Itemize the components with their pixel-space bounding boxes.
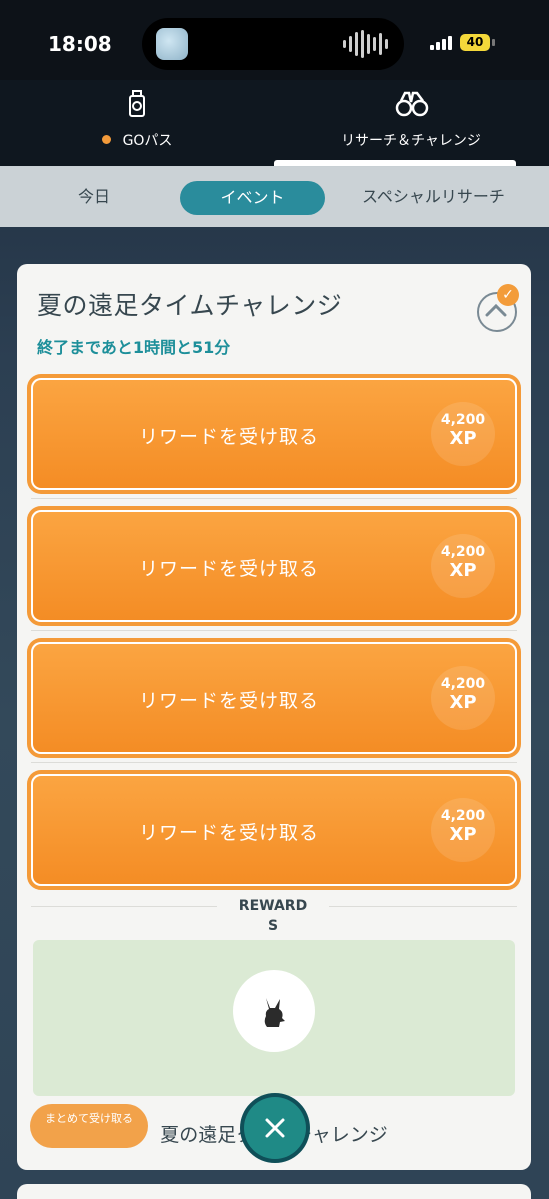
album-art-thumbnail bbox=[156, 28, 188, 60]
challenge-title: 夏の遠足タイムチャレンジ bbox=[37, 291, 343, 320]
reward-encounter[interactable] bbox=[233, 970, 315, 1052]
pikachu-silhouette-icon bbox=[264, 998, 285, 1027]
subtab-today[interactable]: 今日 bbox=[78, 183, 110, 207]
claim-all-label: まとめて受け取る bbox=[45, 1112, 133, 1125]
tab-go-pass[interactable]: GOパス bbox=[0, 80, 274, 166]
xp-amount: 4,200 bbox=[440, 412, 486, 428]
xp-badge: 4,200 XP bbox=[431, 798, 495, 862]
subtab-special-research[interactable]: スペシャルリサーチ bbox=[362, 183, 505, 207]
claim-all-button[interactable]: まとめて受け取る bbox=[30, 1104, 148, 1148]
close-button[interactable] bbox=[244, 1097, 306, 1159]
rewards-panel bbox=[33, 940, 515, 1096]
claim-reward-label: リワードを受け取る bbox=[138, 690, 319, 712]
battery-tip bbox=[492, 39, 495, 46]
time-remaining: 終了まであと1時間と51分 bbox=[37, 338, 231, 357]
audio-wave-icon bbox=[343, 30, 388, 58]
battery-icon: 40 bbox=[460, 34, 490, 51]
claim-reward-label: リワードを受け取る bbox=[138, 822, 319, 844]
subtab-event[interactable]: イベント bbox=[180, 181, 325, 215]
claim-reward-label: リワードを受け取る bbox=[138, 426, 319, 448]
sub-tabs: 今日 イベント スペシャルリサーチ bbox=[0, 166, 549, 227]
close-icon bbox=[265, 1118, 285, 1138]
binoculars-icon bbox=[395, 88, 429, 120]
xp-badge: 4,200 XP bbox=[431, 534, 495, 598]
top-navigation: GOパス リサーチ＆チャレンジ bbox=[0, 80, 549, 166]
go-pass-icon bbox=[121, 88, 153, 120]
divider bbox=[31, 762, 517, 763]
xp-unit: XP bbox=[449, 692, 477, 713]
xp-unit: XP bbox=[449, 560, 477, 581]
claim-reward-label: リワードを受け取る bbox=[138, 558, 319, 580]
xp-amount: 4,200 bbox=[440, 676, 486, 692]
claim-reward-button[interactable]: リワードを受け取る 4,200 XP bbox=[31, 774, 517, 886]
next-card-peek bbox=[17, 1184, 531, 1199]
challenge-card: 夏の遠足タイムチャレンジ 終了まであと1時間と51分 ✓ リワードを受け取る 4… bbox=[17, 264, 531, 1170]
rewards-heading: REWARD S bbox=[217, 896, 329, 936]
xp-amount: 4,200 bbox=[440, 808, 486, 824]
xp-unit: XP bbox=[449, 824, 477, 845]
xp-amount: 4,200 bbox=[440, 544, 486, 560]
status-bar: 18:08 40 bbox=[0, 0, 549, 80]
dynamic-island[interactable] bbox=[142, 18, 404, 70]
signal-icon bbox=[430, 36, 452, 50]
divider bbox=[31, 498, 517, 499]
tab-label-go-pass: GOパス bbox=[122, 133, 173, 149]
claim-reward-button[interactable]: リワードを受け取る 4,200 XP bbox=[31, 510, 517, 622]
xp-unit: XP bbox=[449, 428, 477, 449]
notification-dot bbox=[101, 135, 111, 144]
xp-badge: 4,200 XP bbox=[431, 666, 495, 730]
status-time: 18:08 bbox=[48, 32, 112, 56]
claim-reward-button[interactable]: リワードを受け取る 4,200 XP bbox=[31, 642, 517, 754]
claim-reward-button[interactable]: リワードを受け取る 4,200 XP bbox=[31, 378, 517, 490]
tab-label-research: リサーチ＆チャレンジ bbox=[341, 133, 481, 149]
tab-research-challenge[interactable]: リサーチ＆チャレンジ bbox=[274, 80, 548, 166]
divider bbox=[31, 630, 517, 631]
xp-badge: 4,200 XP bbox=[431, 402, 495, 466]
check-icon: ✓ bbox=[497, 284, 519, 306]
